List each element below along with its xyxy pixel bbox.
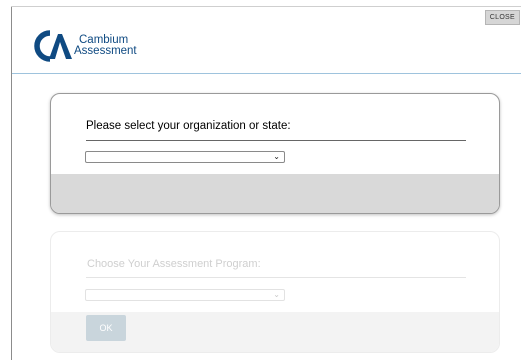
header-divider <box>12 73 521 74</box>
logo-wordmark: Cambium Assessment <box>74 34 137 57</box>
program-card-footer: OK <box>51 312 499 352</box>
window-border-left <box>11 6 12 360</box>
ok-button[interactable]: OK <box>86 315 126 341</box>
program-card-body: Choose Your Assessment Program: ⌄ <box>51 232 499 312</box>
organization-card-footer <box>51 174 499 213</box>
cambium-ca-logo-icon <box>34 30 72 62</box>
close-button[interactable]: CLOSE <box>484 10 520 25</box>
assessment-program-select[interactable]: ⌄ <box>85 289 285 301</box>
assessment-program-prompt: Choose Your Assessment Program: <box>87 258 261 270</box>
organization-divider <box>86 140 466 141</box>
organization-card-body: Please select your organization or state… <box>51 94 499 174</box>
chevron-down-icon: ⌄ <box>273 290 280 299</box>
cambium-logo: Cambium Assessment <box>30 28 137 64</box>
logo-line-2: Assessment <box>74 45 137 57</box>
assessment-program-card: Choose Your Assessment Program: ⌄ OK <box>50 231 500 353</box>
organization-prompt: Please select your organization or state… <box>86 120 291 132</box>
login-page: CLOSE Cambium Assessment Please select y… <box>0 0 521 360</box>
chevron-down-icon: ⌄ <box>273 152 280 161</box>
program-divider <box>86 277 466 278</box>
window-border-top <box>11 6 521 7</box>
organization-card: Please select your organization or state… <box>50 93 500 214</box>
organization-select[interactable]: ⌄ <box>85 151 285 163</box>
